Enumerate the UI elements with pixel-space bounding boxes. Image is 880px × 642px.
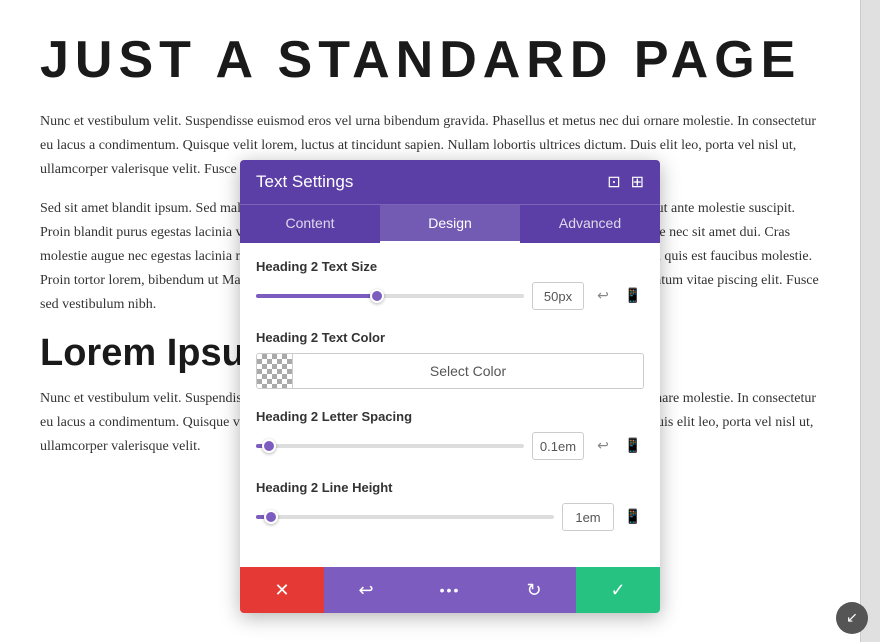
tab-advanced[interactable]: Advanced <box>520 205 660 243</box>
line-height-slider[interactable] <box>256 515 554 519</box>
text-size-controls: 50px ↩ 📱 <box>256 282 644 310</box>
text-size-slider[interactable] <box>256 294 524 298</box>
text-color-label: Heading 2 Text Color <box>256 330 644 345</box>
cancel-button[interactable]: ✕ <box>240 567 324 613</box>
letter-spacing-device-icon[interactable]: 📱 <box>622 435 644 457</box>
panel-tabs: Content Design Advanced <box>240 204 660 243</box>
letter-spacing-reset-icon[interactable]: ↩ <box>592 435 614 457</box>
tab-content[interactable]: Content <box>240 205 380 243</box>
select-color-button[interactable]: Select Color <box>293 354 643 388</box>
reset-button[interactable]: ↩ <box>324 567 408 613</box>
text-size-value[interactable]: 50px <box>532 282 584 310</box>
letter-spacing-value[interactable]: 0.1em <box>532 432 584 460</box>
panel-header: Text Settings ⊡ ⊞ <box>240 160 660 204</box>
letter-spacing-label: Heading 2 Letter Spacing <box>256 409 644 424</box>
page-title: JUST A STANDARD PAGE <box>40 30 820 90</box>
text-color-setting: Heading 2 Text Color Select Color <box>256 330 644 389</box>
line-height-controls: 1em 📱 <box>256 503 644 531</box>
panel-header-icons: ⊡ ⊞ <box>607 172 644 192</box>
text-size-device-icon[interactable]: 📱 <box>622 285 644 307</box>
letter-spacing-controls: 0.1em ↩ 📱 <box>256 432 644 460</box>
more-button[interactable]: ••• <box>408 567 492 613</box>
text-settings-panel: Text Settings ⊡ ⊞ Content Design Advance… <box>240 160 660 613</box>
tab-design[interactable]: Design <box>380 205 520 243</box>
color-picker-row: Select Color <box>256 353 644 389</box>
line-height-device-icon[interactable]: 📱 <box>622 506 644 528</box>
arrow-down-icon: ↙ <box>836 602 868 634</box>
letter-spacing-setting: Heading 2 Letter Spacing 0.1em ↩ 📱 <box>256 409 644 460</box>
text-size-reset-icon[interactable]: ↩ <box>592 285 614 307</box>
panel-layout-icon[interactable]: ⊞ <box>631 172 644 192</box>
action-bar: ✕ ↩ ••• ↻ ✓ <box>240 567 660 613</box>
redo-button[interactable]: ↻ <box>492 567 576 613</box>
letter-spacing-slider[interactable] <box>256 444 524 448</box>
line-height-setting: Heading 2 Line Height 1em 📱 <box>256 480 644 531</box>
text-size-label: Heading 2 Text Size <box>256 259 644 274</box>
line-height-value[interactable]: 1em <box>562 503 614 531</box>
color-checker-icon <box>257 354 293 388</box>
line-height-label: Heading 2 Line Height <box>256 480 644 495</box>
text-size-setting: Heading 2 Text Size 50px ↩ 📱 <box>256 259 644 310</box>
panel-title: Text Settings <box>256 172 353 192</box>
panel-expand-icon[interactable]: ⊡ <box>607 172 620 192</box>
confirm-button[interactable]: ✓ <box>576 567 660 613</box>
panel-body: Heading 2 Text Size 50px ↩ 📱 Heading 2 T… <box>240 243 660 567</box>
